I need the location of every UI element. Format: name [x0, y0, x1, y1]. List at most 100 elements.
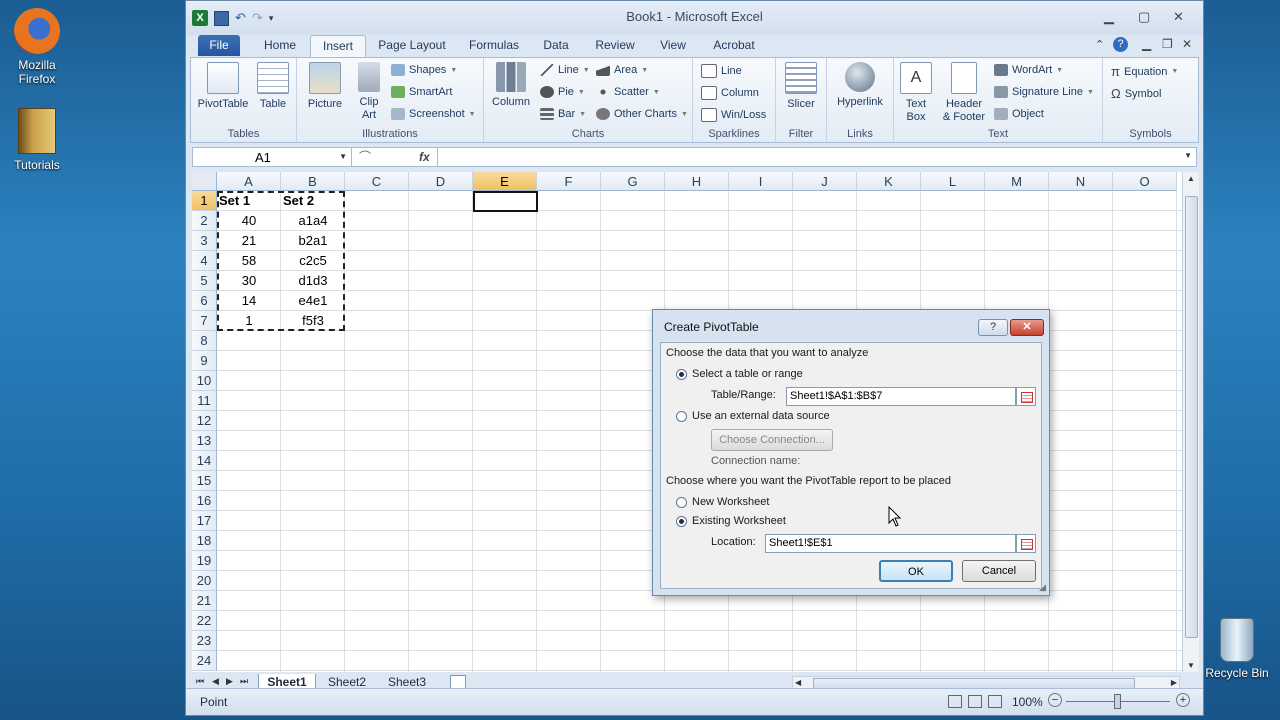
normal-view-icon[interactable]	[948, 695, 962, 708]
radio-new-worksheet-label[interactable]: New Worksheet	[692, 496, 769, 508]
scroll-left-icon[interactable]: ◀	[795, 678, 801, 687]
minimize-ribbon-icon[interactable]: ⌃	[1095, 38, 1104, 51]
signature-line-button[interactable]: Signature Line ▼	[994, 86, 1094, 98]
collapse-range-icon[interactable]	[1016, 387, 1036, 406]
zoom-slider-thumb[interactable]	[1114, 694, 1121, 709]
column-header-a[interactable]: A	[217, 172, 281, 191]
formula-bar-grip-icon[interactable]: ⌒	[359, 148, 371, 165]
column-header-h[interactable]: H	[665, 172, 729, 191]
radio-existing-worksheet[interactable]	[676, 516, 687, 527]
choose-connection-button[interactable]: Choose Connection...	[711, 429, 833, 451]
chevron-down-icon[interactable]: ▼	[339, 152, 347, 161]
active-cell-e1[interactable]	[473, 191, 538, 212]
radio-select-range[interactable]	[676, 369, 687, 380]
collapse-location-icon[interactable]	[1016, 534, 1036, 553]
column-header-j[interactable]: J	[793, 172, 857, 191]
row-header-7[interactable]: 7	[192, 311, 217, 331]
column-header-o[interactable]: O	[1113, 172, 1177, 191]
sparkline-line-button[interactable]: Line	[701, 64, 742, 78]
column-header-b[interactable]: B	[281, 172, 345, 191]
column-header-i[interactable]: I	[729, 172, 793, 191]
minimize-icon[interactable]: ▁	[1104, 9, 1114, 25]
column-header-n[interactable]: N	[1049, 172, 1113, 191]
radio-external-source-label[interactable]: Use an external data source	[692, 410, 830, 422]
radio-existing-worksheet-label[interactable]: Existing Worksheet	[692, 515, 786, 527]
desktop-icon-firefox[interactable]: Mozilla Firefox	[2, 8, 72, 86]
row-header-20[interactable]: 20	[192, 571, 217, 591]
sheet-nav-next-icon[interactable]: ▶	[226, 676, 233, 687]
slicer-button[interactable]: Slicer	[778, 62, 824, 111]
row-header-8[interactable]: 8	[192, 331, 217, 351]
ok-button[interactable]: OK	[879, 560, 953, 582]
workbook-close-icon[interactable]: ✕	[1182, 37, 1192, 51]
tab-file[interactable]: File	[198, 35, 240, 56]
screenshot-button[interactable]: Screenshot ▼	[391, 108, 476, 120]
row-header-1[interactable]: 1	[192, 191, 217, 211]
radio-external-source[interactable]	[676, 411, 687, 422]
radio-new-worksheet[interactable]	[676, 497, 687, 508]
row-header-21[interactable]: 21	[192, 591, 217, 611]
maximize-icon[interactable]: ▢	[1138, 9, 1150, 25]
zoom-out-icon[interactable]: −	[1048, 693, 1062, 707]
textbox-button[interactable]: A Text Box	[896, 62, 936, 124]
column-header-e[interactable]: E	[473, 172, 537, 191]
sheet-nav-prev-icon[interactable]: ◀	[212, 676, 219, 687]
row-header-18[interactable]: 18	[192, 531, 217, 551]
page-break-view-icon[interactable]	[988, 695, 1002, 708]
row-header-5[interactable]: 5	[192, 271, 217, 291]
tab-view[interactable]: View	[652, 35, 694, 56]
page-layout-view-icon[interactable]	[968, 695, 982, 708]
tab-home[interactable]: Home	[252, 35, 308, 56]
header-footer-button[interactable]: Header & Footer	[938, 62, 990, 124]
sparkline-column-button[interactable]: Column	[701, 86, 759, 100]
bar-chart-button[interactable]: Bar ▼	[540, 108, 586, 120]
picture-button[interactable]: Picture	[299, 62, 351, 111]
sheet-nav-last-icon[interactable]: ⏭	[240, 676, 248, 687]
clipart-button[interactable]: Clip Art	[351, 62, 387, 122]
row-header-3[interactable]: 3	[192, 231, 217, 251]
expand-formula-bar-icon[interactable]: ▼	[1184, 151, 1192, 160]
vertical-scroll-thumb[interactable]	[1185, 196, 1198, 638]
tab-review[interactable]: Review	[590, 35, 640, 56]
vertical-scrollbar[interactable]: ▲ ▼	[1182, 172, 1199, 672]
workbook-restore-icon[interactable]: ❐	[1162, 37, 1173, 51]
column-chart-button[interactable]: Column	[486, 62, 536, 109]
row-header-15[interactable]: 15	[192, 471, 217, 491]
dialog-close-button[interactable]: ✕	[1010, 319, 1044, 336]
tab-data[interactable]: Data	[536, 35, 576, 56]
workbook-minimize-icon[interactable]: ▁	[1142, 37, 1151, 51]
radio-select-range-label[interactable]: Select a table or range	[692, 368, 803, 380]
dialog-help-button[interactable]: ?	[978, 319, 1008, 336]
tab-formulas[interactable]: Formulas	[462, 35, 526, 56]
row-header-22[interactable]: 22	[192, 611, 217, 631]
other-charts-button[interactable]: Other Charts ▼	[596, 108, 688, 120]
row-header-2[interactable]: 2	[192, 211, 217, 231]
row-header-12[interactable]: 12	[192, 411, 217, 431]
row-header-11[interactable]: 11	[192, 391, 217, 411]
equation-button[interactable]: π Equation ▼	[1111, 64, 1178, 79]
row-header-9[interactable]: 9	[192, 351, 217, 371]
row-header-4[interactable]: 4	[192, 251, 217, 271]
row-header-19[interactable]: 19	[192, 551, 217, 571]
desktop-icon-recycle-bin[interactable]: Recycle Bin	[1202, 618, 1272, 680]
smartart-button[interactable]: SmartArt	[391, 86, 452, 98]
select-all-corner[interactable]	[192, 172, 217, 191]
desktop-icon-tutorials[interactable]: Tutorials	[2, 108, 72, 172]
zoom-in-icon[interactable]: +	[1176, 693, 1190, 707]
column-header-g[interactable]: G	[601, 172, 665, 191]
help-icon[interactable]: ?	[1113, 37, 1128, 52]
formula-input[interactable]	[437, 148, 1178, 166]
sparkline-winloss-button[interactable]: Win/Loss	[701, 108, 766, 122]
close-icon[interactable]: ✕	[1173, 9, 1184, 25]
zoom-level[interactable]: 100%	[1012, 695, 1043, 709]
insert-sheet-icon[interactable]	[450, 675, 466, 689]
pie-chart-button[interactable]: Pie ▼	[540, 86, 585, 98]
scatter-chart-button[interactable]: Scatter ▼	[596, 86, 660, 98]
sheet-nav-first-icon[interactable]: ⏮	[196, 676, 204, 687]
location-input[interactable]: Sheet1!$E$1	[765, 534, 1016, 553]
tab-page-layout[interactable]: Page Layout	[374, 35, 450, 56]
wordart-button[interactable]: WordArt ▼	[994, 64, 1063, 76]
column-header-d[interactable]: D	[409, 172, 473, 191]
row-header-23[interactable]: 23	[192, 631, 217, 651]
row-header-6[interactable]: 6	[192, 291, 217, 311]
